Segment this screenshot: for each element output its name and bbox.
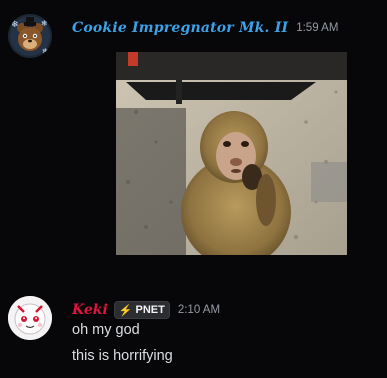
message-content: this is horrifying: [72, 348, 173, 364]
server-tag-label: PNET: [135, 304, 165, 316]
user-avatar[interactable]: ❄ ❄ ❄: [8, 14, 52, 58]
message-header: Cookie Impregnator Mk. II 1:59 AM: [72, 20, 338, 36]
timestamp: 2:10 AM: [177, 304, 221, 316]
lightning-bolt-icon: ⚡: [118, 304, 133, 317]
svg-text:❄: ❄: [42, 47, 49, 56]
timestamp: 1:59 AM: [296, 22, 339, 34]
image-attachment[interactable]: [116, 52, 347, 255]
svg-text:ı: ı: [10, 331, 12, 340]
monkey-image-icon: [116, 52, 347, 255]
chat-messages: ❄ ❄ ❄ Cookie Impregnator Mk. II 1:59 AM: [0, 0, 387, 378]
user-avatar[interactable]: ı: [8, 296, 52, 340]
message-header: Keki ⚡ PNET 2:10 AM: [72, 301, 220, 319]
freddy-bear-avatar-icon: ❄ ❄ ❄: [8, 14, 52, 58]
username[interactable]: Keki: [72, 302, 108, 318]
message-item: ❄ ❄ ❄ Cookie Impregnator Mk. II 1:59 AM: [0, 0, 387, 270]
message-item: ı Keki ⚡ PNET 2:10 AM oh my god this is …: [0, 285, 387, 378]
username[interactable]: Cookie Impregnator Mk. II: [72, 20, 288, 36]
message-content: oh my god: [72, 322, 140, 338]
server-tag[interactable]: ⚡ PNET: [113, 301, 170, 319]
cartoon-face-avatar-icon: ı: [8, 296, 52, 340]
